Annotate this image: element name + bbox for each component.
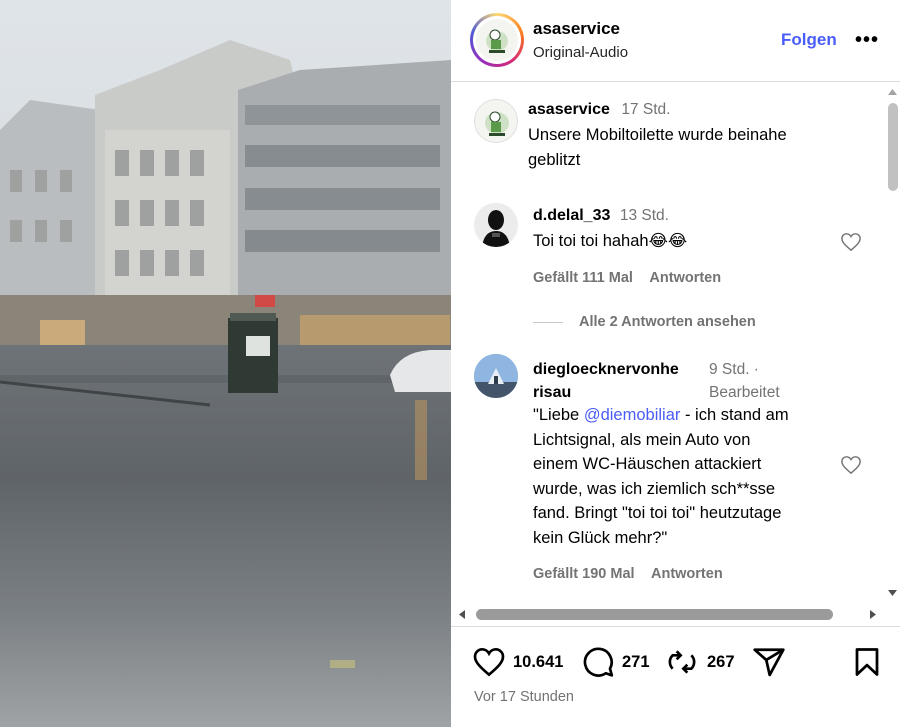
comments-horizontal-scrollbar[interactable]	[451, 603, 885, 625]
comment-time-line[interactable]: 9 Std. ·	[709, 358, 780, 381]
comment-bubble-icon[interactable]	[582, 646, 615, 678]
view-replies-button[interactable]: Alle 2 Antworten ansehen	[533, 314, 756, 330]
like-comment-heart-icon[interactable]	[840, 455, 862, 475]
caption-username[interactable]: asaservice	[528, 101, 610, 118]
caption-header: asaservice 17 Std.	[528, 101, 670, 119]
user-photo-icon	[474, 354, 518, 398]
repost-count[interactable]: 267	[707, 653, 735, 672]
comment-text-line: wurde, was ich ziemlich sch**sse	[533, 479, 776, 498]
mention-link[interactable]: @diemobiliar	[584, 406, 681, 424]
comment-text-line: kein Glück mehr?"	[533, 528, 668, 547]
audio-label[interactable]: Original-Audio	[533, 44, 628, 61]
comment-avatar[interactable]	[474, 203, 518, 247]
comment-username-line[interactable]: diegloecknervonhe	[533, 358, 679, 381]
save-bookmark-icon[interactable]	[854, 647, 880, 677]
comment-username[interactable]: diegloecknervonhe risau	[533, 358, 679, 404]
scroll-up-arrow-icon[interactable]	[887, 88, 898, 96]
comment-text-segment: "Liebe	[533, 406, 584, 424]
user-photo-icon	[474, 203, 518, 247]
instagram-post-view: asaservice Original-Audio Folgen ••• asa…	[0, 0, 900, 727]
caption-avatar[interactable]	[474, 99, 518, 143]
comment-header: d.delal_33 13 Std.	[533, 207, 669, 225]
asaservice-logo-icon	[485, 111, 509, 136]
comment-text: "Liebe @diemobiliar - ich stand am Licht…	[533, 403, 789, 550]
comment-meta: Gefällt 111 Mal Antworten	[533, 269, 721, 287]
comment-count[interactable]: 271	[622, 653, 650, 672]
post-actions-bar: 10.641 271 267 Vor 17 Stunden	[451, 626, 900, 727]
like-comment-heart-icon[interactable]	[840, 232, 862, 252]
caption-text-line: geblitzt	[528, 150, 581, 169]
scroll-left-arrow-icon[interactable]	[458, 609, 466, 620]
comment-likes[interactable]: Gefällt 190 Mal	[533, 566, 635, 582]
comment-time[interactable]: 13 Std.	[620, 207, 669, 224]
follow-button[interactable]: Folgen	[781, 30, 837, 50]
comment-username-line[interactable]: risau	[533, 381, 679, 404]
reply-button[interactable]: Antworten	[651, 566, 723, 582]
comment-meta: Gefällt 190 Mal Antworten	[533, 565, 723, 583]
comment-likes[interactable]: Gefällt 111 Mal	[533, 270, 633, 286]
like-heart-icon[interactable]	[473, 647, 505, 677]
reel-video[interactable]	[0, 0, 451, 727]
caption-text-line: Unsere Mobiltoilette wurde beinahe	[528, 126, 787, 144]
posted-time-ago[interactable]: Vor 17 Stunden	[474, 689, 574, 705]
comment-text-segment: - ich stand am	[680, 406, 789, 424]
scroll-down-arrow-icon[interactable]	[887, 589, 898, 597]
author-username[interactable]: asaservice	[533, 19, 620, 39]
like-count[interactable]: 10.641	[513, 653, 563, 672]
comments-list[interactable]: asaservice 17 Std. Unsere Mobiltoilette …	[451, 83, 885, 603]
author-avatar[interactable]	[470, 13, 524, 67]
vertical-scroll-thumb[interactable]	[888, 103, 898, 191]
comment-avatar[interactable]	[474, 354, 518, 398]
post-header: asaservice Original-Audio Folgen •••	[451, 0, 900, 82]
comment-username[interactable]: d.delal_33	[533, 207, 610, 224]
caption-text: Unsere Mobiltoilette wurde beinahe gebli…	[528, 123, 787, 172]
reply-button[interactable]: Antworten	[649, 270, 721, 286]
comment-text-line: fand. Bringt "toi toi toi" heutzutage	[533, 504, 782, 522]
video-frame-scene	[0, 0, 451, 727]
repost-icon[interactable]	[666, 646, 698, 678]
horizontal-scroll-thumb[interactable]	[476, 609, 833, 620]
scroll-right-arrow-icon[interactable]	[869, 609, 877, 620]
share-paper-plane-icon[interactable]	[752, 647, 786, 677]
comment-text-line: einem WC-Häuschen attackiert	[533, 455, 762, 473]
comment-edited-label: Bearbeitet	[709, 384, 780, 401]
comment-text-line: Lichtsignal, als mein Auto von	[533, 430, 751, 449]
comments-vertical-scrollbar[interactable]	[885, 83, 900, 603]
replies-divider	[533, 321, 563, 323]
comment-time: 9 Std. · Bearbeitet	[709, 358, 780, 404]
asaservice-logo-icon	[486, 29, 508, 53]
view-replies-label[interactable]: Alle 2 Antworten ansehen	[579, 314, 756, 330]
post-side-panel: asaservice Original-Audio Folgen ••• asa…	[451, 0, 900, 727]
comment-text: Toi toi toi hahah😂😂	[533, 232, 688, 250]
more-options-icon[interactable]: •••	[855, 30, 879, 50]
caption-time[interactable]: 17 Std.	[621, 101, 670, 118]
